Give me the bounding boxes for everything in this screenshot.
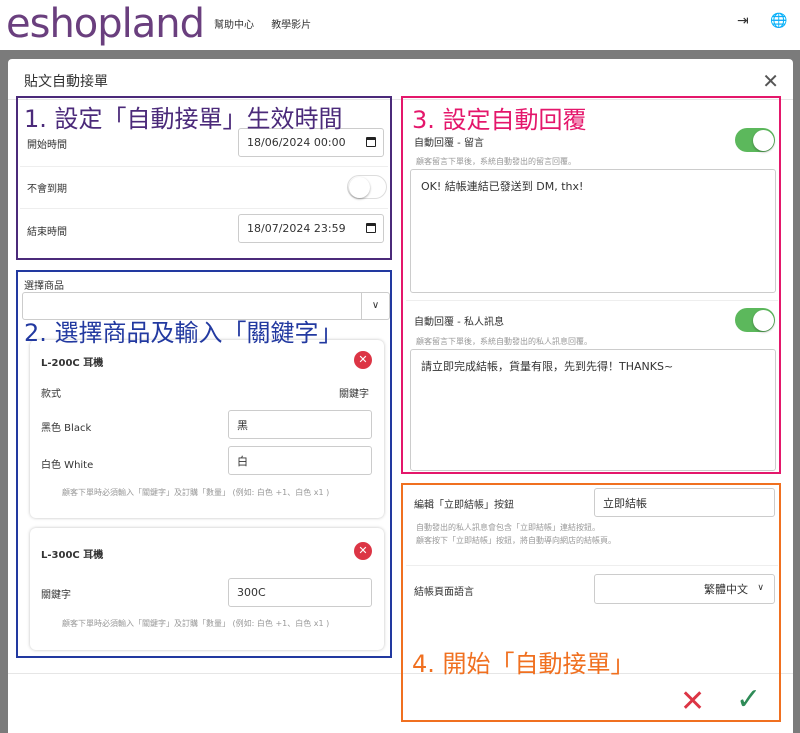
annotation-box-start — [401, 483, 781, 722]
modal-title: 貼文自動接單 — [24, 74, 108, 90]
top-nav: 幫助中心 教學影片 — [214, 16, 325, 31]
annotation-label-products: 2. 選擇商品及輸入「關鍵字」 — [24, 319, 343, 347]
nav-tutorial-videos[interactable]: 教學影片 — [271, 20, 311, 31]
nav-help-center[interactable]: 幫助中心 — [214, 20, 254, 31]
annotation-label-auto-reply: 3. 設定自動回覆 — [412, 106, 587, 134]
top-bar: eshopland 幫助中心 教學影片 ⇥ 🌐 — [0, 0, 800, 50]
annotation-box-auto-reply — [401, 96, 781, 474]
globe-icon[interactable]: 🌐 — [770, 13, 787, 29]
annotation-label-schedule: 1. 設定「自動接單」生效時間 — [24, 105, 343, 133]
logout-icon[interactable]: ⇥ — [737, 13, 749, 29]
annotation-label-start: 4. 開始「自動接單」 — [412, 650, 635, 678]
eshopland-logo[interactable]: eshopland — [6, 1, 205, 47]
close-icon[interactable]: ✕ — [762, 69, 779, 93]
